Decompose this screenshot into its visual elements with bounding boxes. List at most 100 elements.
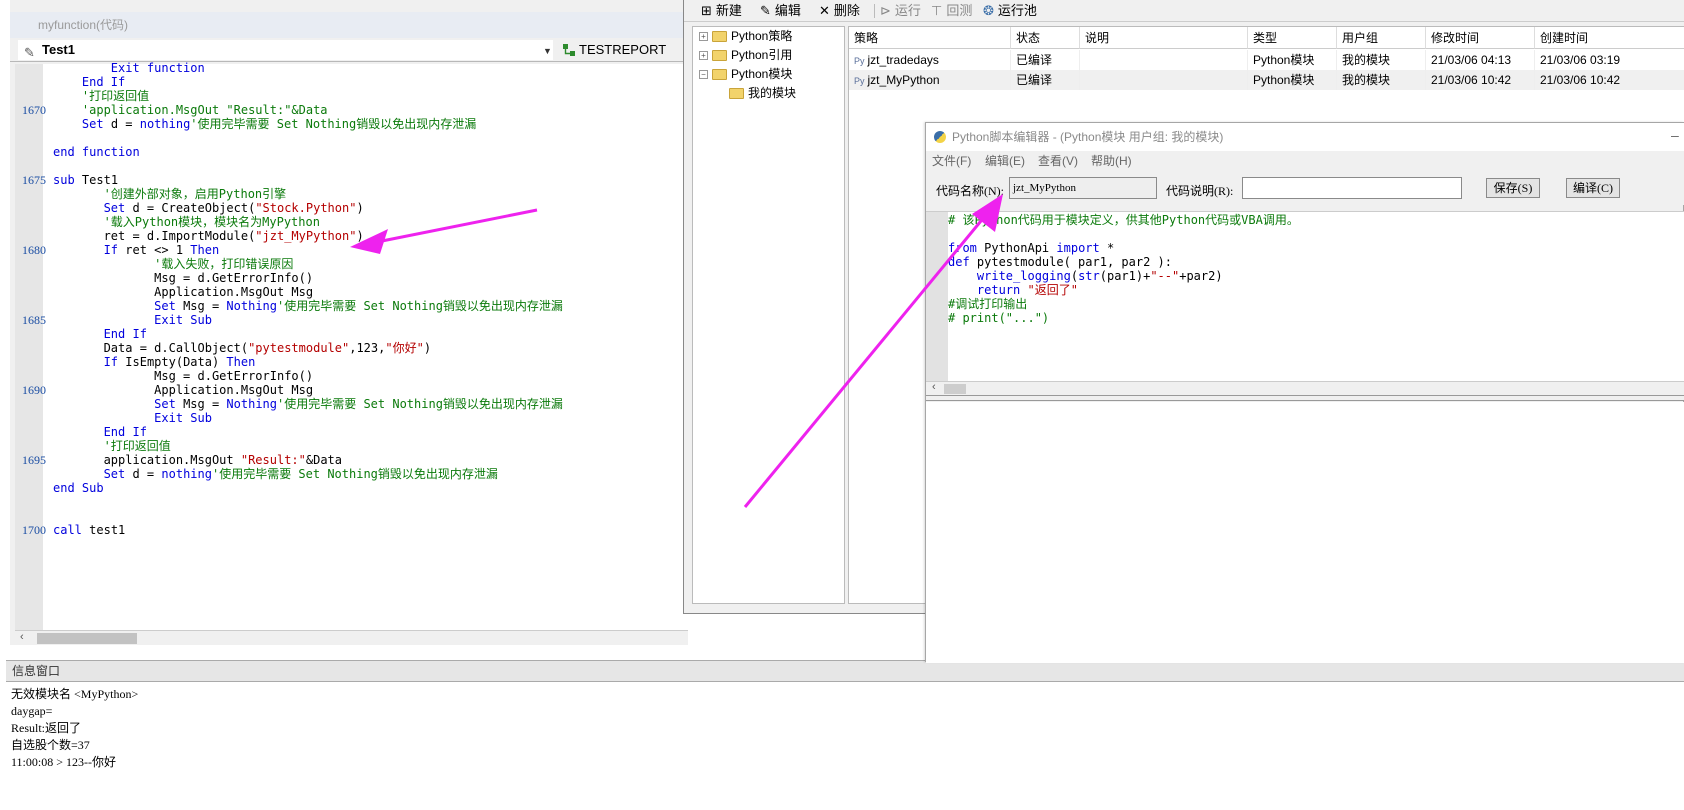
code-line: '打印返回值: [53, 89, 150, 103]
scrollbar-thumb[interactable]: [944, 384, 966, 394]
python-script-editor-window: Python脚本编辑器 - (Python模块 用户组: 我的模块) – 文件(…: [925, 122, 1684, 663]
column-header-created[interactable]: 创建时间: [1535, 27, 1684, 49]
column-header-modified[interactable]: 修改时间: [1426, 27, 1535, 49]
cell-created: 21/03/06 10:42: [1535, 70, 1684, 90]
code-line: Msg = d.GetErrorInfo(): [53, 369, 314, 383]
tree-item-python-strategy[interactable]: + Python策略: [699, 27, 792, 45]
tree-item-python-reference[interactable]: + Python引用: [699, 46, 792, 64]
python-code-editor[interactable]: # 该Python代码用于模块定义，供其他Python代码或VBA调用。 fro…: [926, 211, 1684, 382]
table-row[interactable]: Py jzt_MyPython 已编译 Python模块 我的模块 21/03/0…: [849, 70, 1684, 90]
code-line: end function: [53, 145, 140, 159]
cell-type: Python模块: [1248, 50, 1337, 70]
code-line: end Sub: [53, 481, 104, 495]
menu-help[interactable]: 帮助(H): [1091, 153, 1132, 169]
scrollbar-thumb[interactable]: [37, 633, 137, 644]
code-line: #调试打印输出: [948, 297, 1028, 311]
code-line: Exit Sub: [53, 313, 212, 327]
cell-type: Python模块: [1248, 70, 1337, 90]
scroll-left-icon[interactable]: ‹: [932, 381, 936, 393]
code-line: If ret <> 1 Then: [53, 243, 220, 257]
expand-icon[interactable]: +: [699, 51, 708, 61]
code-line: Set Msg = Nothing'使用完毕需要 Set Nothing销毁以免…: [53, 299, 563, 313]
column-header-description[interactable]: 说明: [1080, 27, 1248, 49]
menu-view[interactable]: 查看(V): [1038, 153, 1078, 169]
backtest-button[interactable]: ⊤ 回测: [931, 2, 972, 20]
code-line: Msg = d.GetErrorInfo(): [53, 271, 314, 285]
cell-description: [1080, 70, 1248, 90]
code-line: '载入失败，打印错误原因: [53, 257, 294, 271]
output-line: 无效模块名 <MyPython>: [11, 687, 139, 701]
python-icon: ❂: [983, 3, 994, 18]
scroll-left-icon[interactable]: ‹: [20, 631, 24, 643]
delete-button[interactable]: ✕ 删除: [819, 2, 860, 20]
pane-splitter[interactable]: [926, 395, 1684, 401]
code-line: 'application.MsgOut "Result:"&Data: [53, 103, 328, 117]
vba-horizontal-scrollbar[interactable]: ‹: [15, 630, 688, 645]
collapse-icon[interactable]: −: [699, 70, 708, 80]
close-icon: ✕: [819, 3, 830, 18]
module-icon: Py: [854, 76, 865, 86]
code-line: Data = d.CallObject("pytestmodule",123,"…: [53, 341, 432, 355]
tree-item-my-modules[interactable]: 我的模块: [729, 84, 796, 102]
new-button[interactable]: ⊞ 新建: [701, 2, 742, 20]
chevron-down-icon[interactable]: ▼: [543, 41, 552, 61]
column-header-user-group[interactable]: 用户组: [1337, 27, 1426, 49]
cell-strategy: Py jzt_tradedays: [849, 50, 1011, 70]
vba-window-title: myfunction(代码): [10, 12, 688, 38]
procedure-name: Test1: [42, 42, 75, 57]
edit-button[interactable]: ✎ 编辑: [760, 2, 801, 20]
output-line: 自选股个数=37: [11, 738, 90, 752]
code-name-label: 代码名称(N):: [936, 184, 1004, 198]
run-pool-button[interactable]: ❂ 运行池: [983, 2, 1037, 20]
compile-button[interactable]: 编译(C): [1566, 178, 1620, 198]
code-line: Set d = nothing'使用完毕需要 Set Nothing销毁以免出现…: [53, 117, 477, 131]
line-number: 1700: [22, 523, 46, 537]
edit-icon: ✎: [760, 3, 771, 18]
testreport-button[interactable]: TESTREPORT: [563, 42, 666, 58]
cell-description: [1080, 50, 1248, 70]
save-button[interactable]: 保存(S): [1486, 178, 1540, 198]
code-line: application.MsgOut "Result:"&Data: [53, 453, 342, 467]
column-header-strategy[interactable]: 策略: [849, 27, 1011, 49]
python-editor-menubar: 文件(F) 编辑(E) 查看(V) 帮助(H): [926, 151, 1684, 171]
open-folder-icon: [729, 88, 744, 100]
info-window-output: 无效模块名 <MyPython> daygap= Result:返回了 自选股个…: [6, 683, 1684, 810]
expand-icon[interactable]: +: [699, 32, 708, 42]
code-line: Application.MsgOut Msg: [53, 383, 314, 397]
code-line: '载入Python模块，模块名为MyPython: [53, 215, 320, 229]
code-description-input[interactable]: [1242, 177, 1462, 199]
code-line: Set d = nothing'使用完毕需要 Set Nothing销毁以免出现…: [53, 467, 498, 481]
python-editor-title: Python脚本编辑器 - (Python模块 用户组: 我的模块): [926, 123, 1684, 151]
vba-code-text: Exit function End If '打印返回值 'application…: [15, 61, 688, 630]
menu-edit[interactable]: 编辑(E): [985, 153, 1025, 169]
procedure-dropdown[interactable]: ✎ Test1 ▼: [18, 40, 553, 60]
python-output-pane: [926, 402, 1684, 663]
plus-box-icon: ⊞: [701, 3, 712, 18]
cell-user-group: 我的模块: [1337, 70, 1426, 90]
info-window-title: 信息窗口: [6, 660, 1684, 682]
menu-file[interactable]: 文件(F): [932, 153, 971, 169]
column-header-status[interactable]: 状态: [1011, 27, 1080, 49]
code-name-input[interactable]: jzt_MyPython: [1009, 177, 1157, 199]
output-line: Result:返回了: [11, 721, 82, 735]
code-line: call test1: [53, 523, 126, 537]
pencil-icon: ✎: [24, 45, 35, 60]
vba-combo-row: ✎ Test1 ▼ TESTREPORT: [10, 38, 688, 62]
folder-icon: [712, 69, 727, 81]
cell-status: 已编译: [1011, 50, 1080, 70]
code-line: End If: [53, 425, 147, 439]
report-icon: [563, 44, 575, 56]
python-horizontal-scrollbar[interactable]: ‹: [926, 381, 1684, 395]
play-icon: ⊳: [880, 3, 891, 18]
column-header-type[interactable]: 类型: [1248, 27, 1337, 49]
run-button[interactable]: ⊳ 运行: [880, 2, 921, 20]
code-line: from PythonApi import *: [948, 241, 1115, 255]
tree-item-python-module[interactable]: − Python模块: [699, 65, 792, 83]
code-description-label: 代码说明(R):: [1166, 184, 1234, 198]
table-row[interactable]: Py jzt_tradedays 已编译 Python模块 我的模块 21/03/…: [849, 50, 1684, 70]
minimize-icon[interactable]: –: [1671, 123, 1679, 147]
python-editor-fields: 代码名称(N): jzt_MyPython 代码说明(R): 保存(S) 编译(…: [926, 171, 1684, 205]
folder-icon: [712, 50, 727, 62]
folder-icon: [712, 31, 727, 43]
cell-modified: 21/03/06 04:13: [1426, 50, 1535, 70]
